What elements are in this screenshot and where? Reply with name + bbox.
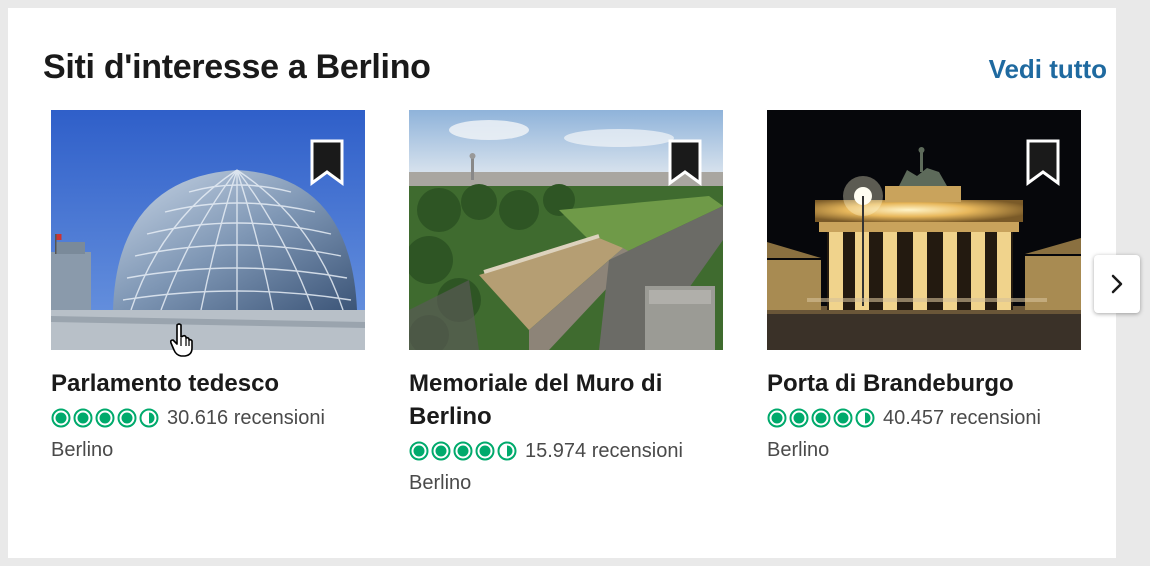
bubble-half-icon — [497, 441, 517, 461]
see-all-link[interactable]: Vedi tutto — [989, 54, 1107, 85]
rating-row: 15.974 recensioni — [409, 437, 723, 465]
bookmark-icon[interactable] — [309, 138, 345, 186]
rating-bubbles — [409, 441, 517, 461]
bubble-full-icon — [73, 408, 93, 428]
bubble-full-icon — [811, 408, 831, 428]
bubble-half-icon — [139, 408, 159, 428]
bubble-full-icon — [833, 408, 853, 428]
rating-bubbles — [767, 408, 875, 428]
attraction-name[interactable]: Memoriale del Muro di Berlino — [409, 367, 723, 433]
bookmark-icon[interactable] — [1025, 138, 1061, 186]
bookmark-icon[interactable] — [667, 138, 703, 186]
bubble-full-icon — [789, 408, 809, 428]
chevron-right-icon — [1111, 274, 1123, 294]
bubble-full-icon — [453, 441, 473, 461]
bubble-full-icon — [409, 441, 429, 461]
review-count[interactable]: 30.616 recensioni — [167, 407, 325, 430]
bubble-full-icon — [431, 441, 451, 461]
bubble-full-icon — [117, 408, 137, 428]
rating-row: 30.616 recensioni — [51, 404, 365, 432]
bubble-full-icon — [767, 408, 787, 428]
attraction-name[interactable]: Parlamento tedesco — [51, 367, 365, 400]
attraction-location: Berlino — [767, 439, 830, 461]
attraction-photo[interactable] — [51, 110, 365, 350]
bubble-full-icon — [475, 441, 495, 461]
attraction-photo[interactable] — [409, 110, 723, 350]
rating-bubbles — [51, 408, 159, 428]
section-title: Siti d'interesse a Berlino — [43, 48, 431, 86]
attraction-card[interactable]: Parlamento tedesco 30.616 recensioni Ber… — [51, 110, 365, 462]
attraction-photo[interactable] — [767, 110, 1081, 350]
rating-row: 40.457 recensioni — [767, 404, 1081, 432]
review-count[interactable]: 15.974 recensioni — [525, 440, 683, 463]
attraction-name[interactable]: Porta di Brandeburgo — [767, 367, 1081, 400]
attraction-location: Berlino — [51, 439, 114, 461]
attraction-card[interactable]: Memoriale del Muro di Berlino 15.974 rec… — [409, 110, 723, 495]
review-count[interactable]: 40.457 recensioni — [883, 407, 1041, 430]
attraction-card[interactable]: Porta di Brandeburgo 40.457 recensioni B… — [767, 110, 1081, 462]
carousel-next-button[interactable] — [1094, 255, 1140, 313]
hand-cursor-icon — [169, 323, 193, 357]
bubble-full-icon — [95, 408, 115, 428]
bubble-full-icon — [51, 408, 71, 428]
attraction-location: Berlino — [409, 472, 472, 494]
bubble-half-icon — [855, 408, 875, 428]
